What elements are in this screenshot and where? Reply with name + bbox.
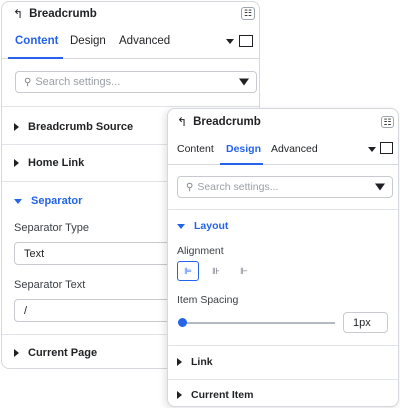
panel-menu-icon[interactable]: ☷ — [381, 116, 394, 128]
caret-right-icon — [177, 358, 182, 366]
item-spacing-slider[interactable] — [182, 322, 335, 324]
item-spacing-input[interactable]: 1px — [343, 312, 388, 333]
search-icon: ⚲ — [186, 181, 194, 193]
section-label: Breadcrumb Source — [28, 121, 134, 133]
search-input[interactable]: ⚲ Search settings... — [177, 176, 393, 198]
chevron-down-icon[interactable] — [368, 147, 376, 152]
breadcrumb-panel-design: ↰ Breadcrumb ☷ Content Design Advanced ⚲… — [167, 108, 399, 407]
active-tab-indicator — [220, 163, 263, 165]
panel-header: ↰ Breadcrumb ☷ — [2, 6, 259, 22]
filter-icon[interactable] — [375, 183, 385, 191]
section-label: Current Item — [191, 389, 254, 401]
caret-right-icon — [14, 159, 19, 167]
separator-type-label: Separator Type — [14, 222, 90, 234]
separator-text-label: Separator Text — [14, 279, 86, 291]
section-label: Home Link — [28, 157, 85, 169]
panel-title: Breadcrumb — [193, 116, 261, 128]
separator-type-select[interactable]: Text — [14, 242, 174, 265]
active-tab-indicator — [8, 57, 63, 59]
divider — [168, 209, 398, 210]
filter-icon[interactable] — [239, 78, 249, 86]
align-left-icon[interactable]: ⊫ — [177, 261, 199, 281]
desktop-icon[interactable] — [380, 142, 393, 154]
caret-down-icon — [14, 198, 22, 204]
search-input[interactable]: ⚲ Search settings... — [15, 71, 257, 93]
tab-advanced[interactable]: Advanced — [271, 143, 318, 155]
divider — [2, 106, 259, 107]
item-spacing-value: 1px — [353, 316, 371, 329]
align-center-icon[interactable]: ⊪ — [205, 261, 227, 281]
section-label: Separator — [31, 195, 83, 207]
back-arrow-icon[interactable]: ↰ — [177, 115, 187, 129]
panel-title: Breadcrumb — [29, 8, 97, 20]
panel-header: ↰ Breadcrumb ☷ — [168, 114, 398, 130]
divider — [168, 345, 398, 346]
panel-menu-icon[interactable]: ☷ — [241, 7, 255, 20]
separator-type-value: Text — [24, 247, 45, 260]
separator-text-value: / — [24, 304, 28, 317]
section-current-item[interactable]: Current Item — [168, 387, 398, 403]
item-spacing-label: Item Spacing — [177, 294, 239, 306]
section-label: Link — [191, 356, 213, 368]
back-arrow-icon[interactable]: ↰ — [13, 7, 23, 21]
divider — [168, 379, 398, 380]
search-placeholder: Search settings... — [197, 181, 279, 193]
section-label: Current Page — [28, 347, 98, 359]
section-label: Layout — [194, 220, 229, 232]
tab-content[interactable]: Content — [177, 143, 214, 155]
slider-thumb[interactable] — [178, 318, 187, 327]
tab-bar: Content Design Advanced — [168, 135, 398, 165]
search-icon: ⚲ — [24, 76, 32, 88]
caret-right-icon — [177, 391, 182, 399]
caret-right-icon — [14, 123, 19, 131]
chevron-down-icon[interactable] — [226, 39, 234, 44]
section-link[interactable]: Link — [168, 354, 398, 370]
alignment-control: ⊫ ⊪ ⊩ — [177, 261, 255, 281]
tab-advanced[interactable]: Advanced — [119, 35, 170, 47]
alignment-label: Alignment — [177, 245, 224, 257]
caret-down-icon — [177, 223, 185, 229]
tab-design[interactable]: Design — [226, 143, 261, 155]
separator-text-field[interactable]: / — [14, 299, 174, 322]
caret-right-icon — [14, 349, 19, 357]
search-placeholder: Search settings... — [35, 76, 121, 88]
section-layout[interactable]: Layout — [168, 218, 398, 234]
tab-content[interactable]: Content — [15, 35, 58, 47]
desktop-icon[interactable] — [239, 35, 253, 47]
align-right-icon[interactable]: ⊩ — [233, 261, 255, 281]
tab-bar: Content Design Advanced — [2, 28, 259, 59]
tab-design[interactable]: Design — [70, 35, 106, 47]
